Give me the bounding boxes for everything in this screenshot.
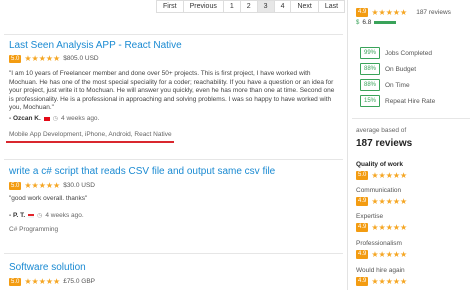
- review-text: "good work overall. thanks": [9, 195, 88, 202]
- category-score: 4.9: [356, 223, 369, 232]
- category-label: Communication: [356, 187, 402, 194]
- review-amount: $805.0 USD: [63, 55, 99, 62]
- divider: [4, 159, 343, 160]
- page-first[interactable]: First: [156, 0, 184, 13]
- star-rating-icon: ★★★★★: [24, 181, 61, 190]
- average-count: 187 reviews: [356, 138, 413, 149]
- highlight-underline: [6, 141, 174, 143]
- rating-badge: 5.0: [9, 277, 22, 286]
- metric-label: Repeat Hire Rate: [385, 97, 436, 105]
- metric-percent: 88%: [360, 63, 380, 75]
- reviews-count[interactable]: 187 reviews: [416, 9, 451, 16]
- category-rating-row: 4.9 ★★★★★: [356, 277, 407, 286]
- star-rating-icon: ★★★★★: [371, 277, 408, 286]
- metric-label: On Budget: [385, 65, 417, 73]
- divider: [4, 253, 343, 254]
- review-time: 4 weeks ago.: [61, 115, 100, 122]
- review-time: 4 weeks ago.: [45, 212, 84, 219]
- category-rating-row: 4.9 ★★★★★: [356, 250, 407, 259]
- metric-percent: 88%: [360, 79, 380, 91]
- pagination: First Previous 1 2 3 4 Next Last: [156, 0, 346, 13]
- category-label: Expertise: [356, 213, 384, 220]
- review-amount: $30.0 USD: [63, 182, 95, 189]
- earnings-score: 6.8: [362, 19, 372, 26]
- review-text: "I am 10 years of Freelancer member and …: [9, 70, 335, 112]
- review-tags: Mobile App Development, iPhone, Android,…: [9, 131, 172, 138]
- category-rating-row: 4.9 ★★★★★: [356, 197, 407, 206]
- clock-icon: ◷: [37, 213, 43, 219]
- category-rating-row: 5.0 ★★★★★: [356, 171, 407, 180]
- clock-icon: ◷: [52, 116, 59, 122]
- rating-badge: 5.0: [9, 181, 22, 190]
- review-title[interactable]: Last Seen Analysis APP - React Native: [9, 40, 182, 51]
- overall-rating-row: 4.9 ★★★★★ 187 reviews: [356, 8, 451, 17]
- category-label: Professionalism: [356, 240, 402, 247]
- metric-percent: 15%: [360, 95, 380, 107]
- star-rating-icon: ★★★★★: [24, 54, 61, 63]
- star-rating-icon: ★★★★★: [371, 8, 408, 17]
- star-rating-icon: ★★★★★: [371, 197, 408, 206]
- category-score: 4.9: [356, 250, 369, 259]
- review-title[interactable]: Software solution: [9, 262, 86, 273]
- page-1[interactable]: 1: [223, 0, 241, 13]
- earnings-bar-icon: [374, 21, 397, 24]
- reviews-panel: First Previous 1 2 3 4 Next Last Last Se…: [0, 0, 346, 290]
- page-4[interactable]: 4: [274, 0, 292, 13]
- metric-row: 99% Jobs Completed: [360, 47, 432, 59]
- singapore-flag-icon: [28, 213, 35, 218]
- review-author: - P. T.: [9, 212, 26, 219]
- rating-badge: 5.0: [9, 54, 22, 63]
- category-score: 4.9: [356, 277, 369, 286]
- review-rating-row: 5.0 ★★★★★ £75.0 GBP: [9, 277, 95, 286]
- review-title[interactable]: write a c# script that reads CSV file an…: [9, 166, 275, 177]
- turkey-flag-icon: [43, 116, 50, 121]
- review-rating-row: 5.0 ★★★★★ $30.0 USD: [9, 181, 95, 190]
- divider: [4, 34, 343, 35]
- star-rating-icon: ★★★★★: [371, 171, 408, 180]
- page-2[interactable]: 2: [240, 0, 258, 13]
- metric-label: On Time: [385, 81, 410, 89]
- metric-label: Jobs Completed: [385, 49, 432, 57]
- review-amount: £75.0 GBP: [63, 278, 96, 285]
- review-tags: C# Programming: [9, 226, 59, 233]
- divider: [352, 118, 470, 119]
- star-rating-icon: ★★★★★: [24, 277, 61, 286]
- page-3[interactable]: 3: [257, 0, 275, 13]
- earnings-row: $ 6.8: [356, 19, 397, 26]
- metric-row: 88% On Time: [360, 79, 410, 91]
- review-author: - Ozcan K.: [9, 115, 41, 122]
- star-rating-icon: ★★★★★: [371, 223, 408, 232]
- metric-row: 88% On Budget: [360, 63, 416, 75]
- category-score: 5.0: [356, 171, 369, 180]
- dollar-icon: $: [356, 19, 360, 26]
- category-rating-row: 4.9 ★★★★★: [356, 223, 407, 232]
- metric-row: 15% Repeat Hire Rate: [360, 95, 435, 107]
- review-author-row: - Ozcan K. ◷ 4 weeks ago.: [9, 115, 99, 122]
- page-next[interactable]: Next: [291, 0, 319, 13]
- page-last[interactable]: Last: [318, 0, 346, 13]
- star-rating-icon: ★★★★★: [371, 250, 408, 259]
- overall-rating-badge: 4.9: [356, 8, 369, 17]
- category-score: 4.9: [356, 197, 369, 206]
- average-label: average based of: [356, 127, 407, 134]
- metric-percent: 99%: [360, 47, 380, 59]
- category-label: Quality of work: [356, 161, 403, 168]
- review-rating-row: 5.0 ★★★★★ $805.0 USD: [9, 54, 99, 63]
- review-author-row: - P. T. ◷ 4 weeks ago.: [9, 212, 84, 219]
- page-previous[interactable]: Previous: [183, 0, 224, 13]
- category-label: Would hire again: [356, 267, 405, 274]
